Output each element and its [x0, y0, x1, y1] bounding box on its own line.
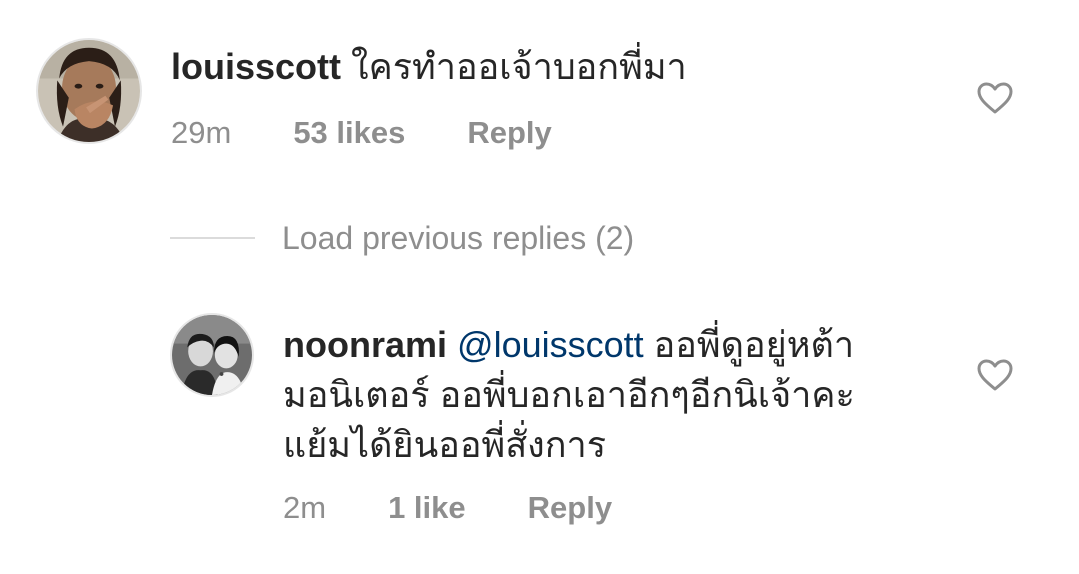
- reply-text-line-1: ออพี่ดูอยู่หต้า: [653, 324, 855, 365]
- heart-outline-icon: [977, 359, 1013, 391]
- comment-timestamp: 29m: [171, 115, 232, 150]
- reply-likes-count[interactable]: 1 like: [388, 490, 466, 526]
- reply-line-1: noonrami @louisscott ออพี่ดูอยู่หต้า: [283, 320, 963, 370]
- heart-outline-icon: [977, 82, 1013, 114]
- comment-text: ใครทำออเจ้าบอกพี่มา: [351, 46, 687, 87]
- reply-mention-link[interactable]: @louisscott: [457, 324, 644, 365]
- avatar-louisscott[interactable]: [36, 38, 142, 144]
- comment-username[interactable]: louisscott: [171, 46, 341, 87]
- profile-photo-man-pointing-icon: [38, 40, 140, 142]
- reply-meta: 2m 1 like Reply: [283, 487, 612, 529]
- reply-reply-button[interactable]: Reply: [528, 490, 612, 526]
- avatar-noonrami[interactable]: [170, 313, 254, 397]
- profile-photo-couple-icon: [172, 315, 252, 395]
- reply-timestamp: 2m: [283, 490, 327, 525]
- reply-text-line-2: มอนิเตอร์ ออพี่บอกเอาอีกๆอีกนิเจ้าคะ: [283, 374, 855, 415]
- comment-likes-count[interactable]: 53 likes: [293, 115, 405, 151]
- reply-text-line-3: แย้มได้ยินออพี่สั่งการ: [283, 424, 607, 465]
- load-previous-replies[interactable]: Load previous replies (2): [170, 216, 634, 260]
- comment-like-button[interactable]: [976, 81, 1014, 115]
- load-previous-label[interactable]: Load previous replies (2): [282, 220, 634, 257]
- thread-divider: [170, 237, 255, 239]
- reply-body: noonrami @louisscott ออพี่ดูอยู่หต้า มอน…: [283, 320, 963, 470]
- reply-username[interactable]: noonrami: [283, 324, 447, 365]
- comment-body: louisscott ใครทำออเจ้าบอกพี่มา: [171, 42, 931, 92]
- reply-like-button[interactable]: [976, 358, 1014, 392]
- comment-reply-button[interactable]: Reply: [467, 115, 551, 151]
- comment-meta: 29m 53 likes Reply: [171, 112, 552, 154]
